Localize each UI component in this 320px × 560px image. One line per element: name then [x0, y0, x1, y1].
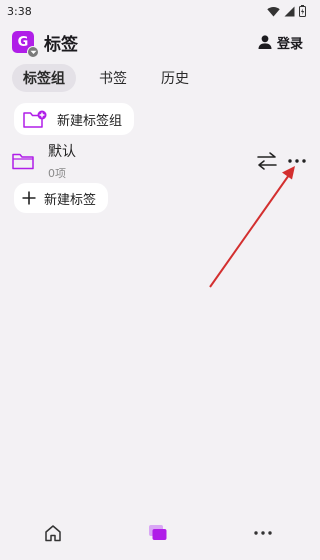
new-tag-button[interactable]: 新建标签 [14, 183, 109, 213]
tag-group-count: 0项 [48, 167, 66, 180]
folder-add-icon [23, 110, 47, 128]
page-title: 标签 [44, 34, 78, 55]
new-tag-label: 新建标签 [44, 192, 97, 208]
tag-group-text: 默认 0项 [48, 141, 76, 181]
more-icon [253, 531, 272, 535]
tab-bar: 标签组 书签 历史 [12, 64, 200, 92]
battery-icon [299, 5, 306, 17]
login-label: 登录 [276, 36, 303, 52]
status-bar: 3:38 [0, 0, 315, 22]
tab-history[interactable]: 历史 [150, 64, 200, 92]
wifi-icon [267, 6, 280, 16]
login-button[interactable]: 登录 [257, 33, 303, 52]
new-tag-group-label: 新建标签组 [57, 113, 123, 129]
home-icon [44, 525, 61, 542]
nav-home[interactable] [23, 524, 83, 542]
tag-group-name: 默认 [48, 144, 76, 160]
nav-tabs[interactable] [128, 524, 188, 542]
more-options-icon[interactable] [287, 158, 307, 164]
signal-icon [284, 6, 295, 16]
plus-icon [22, 191, 36, 205]
app-logo-letter: G [17, 34, 29, 50]
dropdown-badge-icon[interactable] [27, 46, 39, 58]
nav-more[interactable] [233, 530, 293, 536]
folder-icon [12, 153, 34, 169]
new-tag-group-button[interactable]: 新建标签组 [14, 103, 135, 135]
bottom-nav [0, 518, 315, 548]
switch-icon[interactable] [257, 152, 277, 170]
tabs-icon [148, 525, 166, 540]
tag-group-actions [257, 152, 308, 170]
status-time: 3:38 [7, 4, 32, 18]
tab-bookmarks[interactable]: 书签 [88, 64, 138, 92]
status-icons [267, 5, 306, 17]
user-icon [258, 35, 272, 49]
app-logo: G [12, 31, 39, 58]
app-bar: G 标签 登录 [0, 24, 315, 60]
tab-tag-groups[interactable]: 标签组 [12, 64, 76, 92]
tag-group-item[interactable]: 默认 0项 [12, 140, 308, 182]
